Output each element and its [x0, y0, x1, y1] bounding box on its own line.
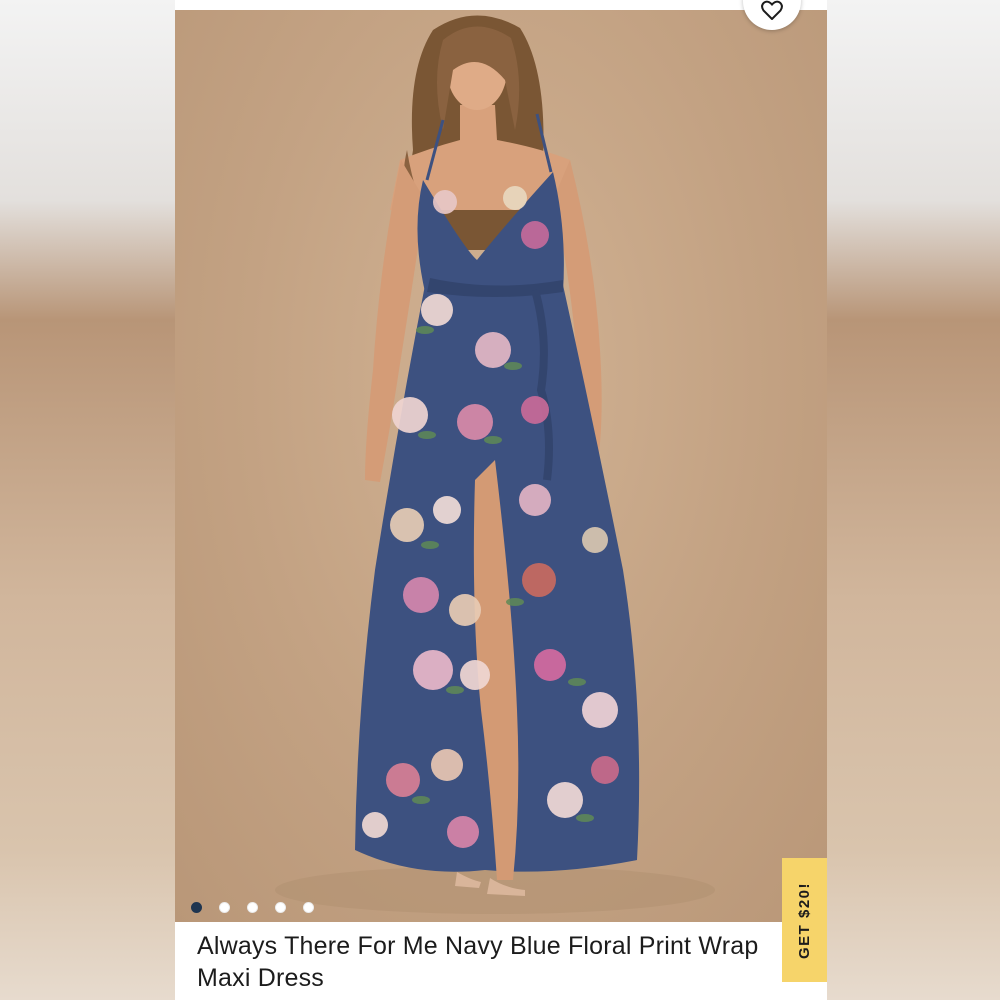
screenshot-stage: Always There For Me Navy Blue Floral Pri…: [0, 0, 1000, 1000]
model-illustration: [275, 15, 715, 914]
heart-icon: [761, 0, 783, 20]
product-title[interactable]: Always There For Me Navy Blue Floral Pri…: [197, 930, 787, 994]
product-title-block: Always There For Me Navy Blue Floral Pri…: [197, 930, 787, 994]
blurred-backdrop-right: [825, 0, 1000, 1000]
blurred-backdrop-left: [0, 0, 175, 1000]
pagination-dot-4[interactable]: [275, 902, 286, 913]
promo-label: GET $20!: [796, 881, 813, 959]
pagination-dot-3[interactable]: [247, 902, 258, 913]
promo-tab[interactable]: GET $20!: [782, 858, 827, 982]
image-pagination: [191, 902, 314, 913]
product-photo[interactable]: [175, 10, 827, 922]
product-card: Always There For Me Navy Blue Floral Pri…: [175, 0, 827, 1000]
pagination-dot-1[interactable]: [191, 902, 202, 913]
pagination-dot-2[interactable]: [219, 902, 230, 913]
pagination-dot-5[interactable]: [303, 902, 314, 913]
